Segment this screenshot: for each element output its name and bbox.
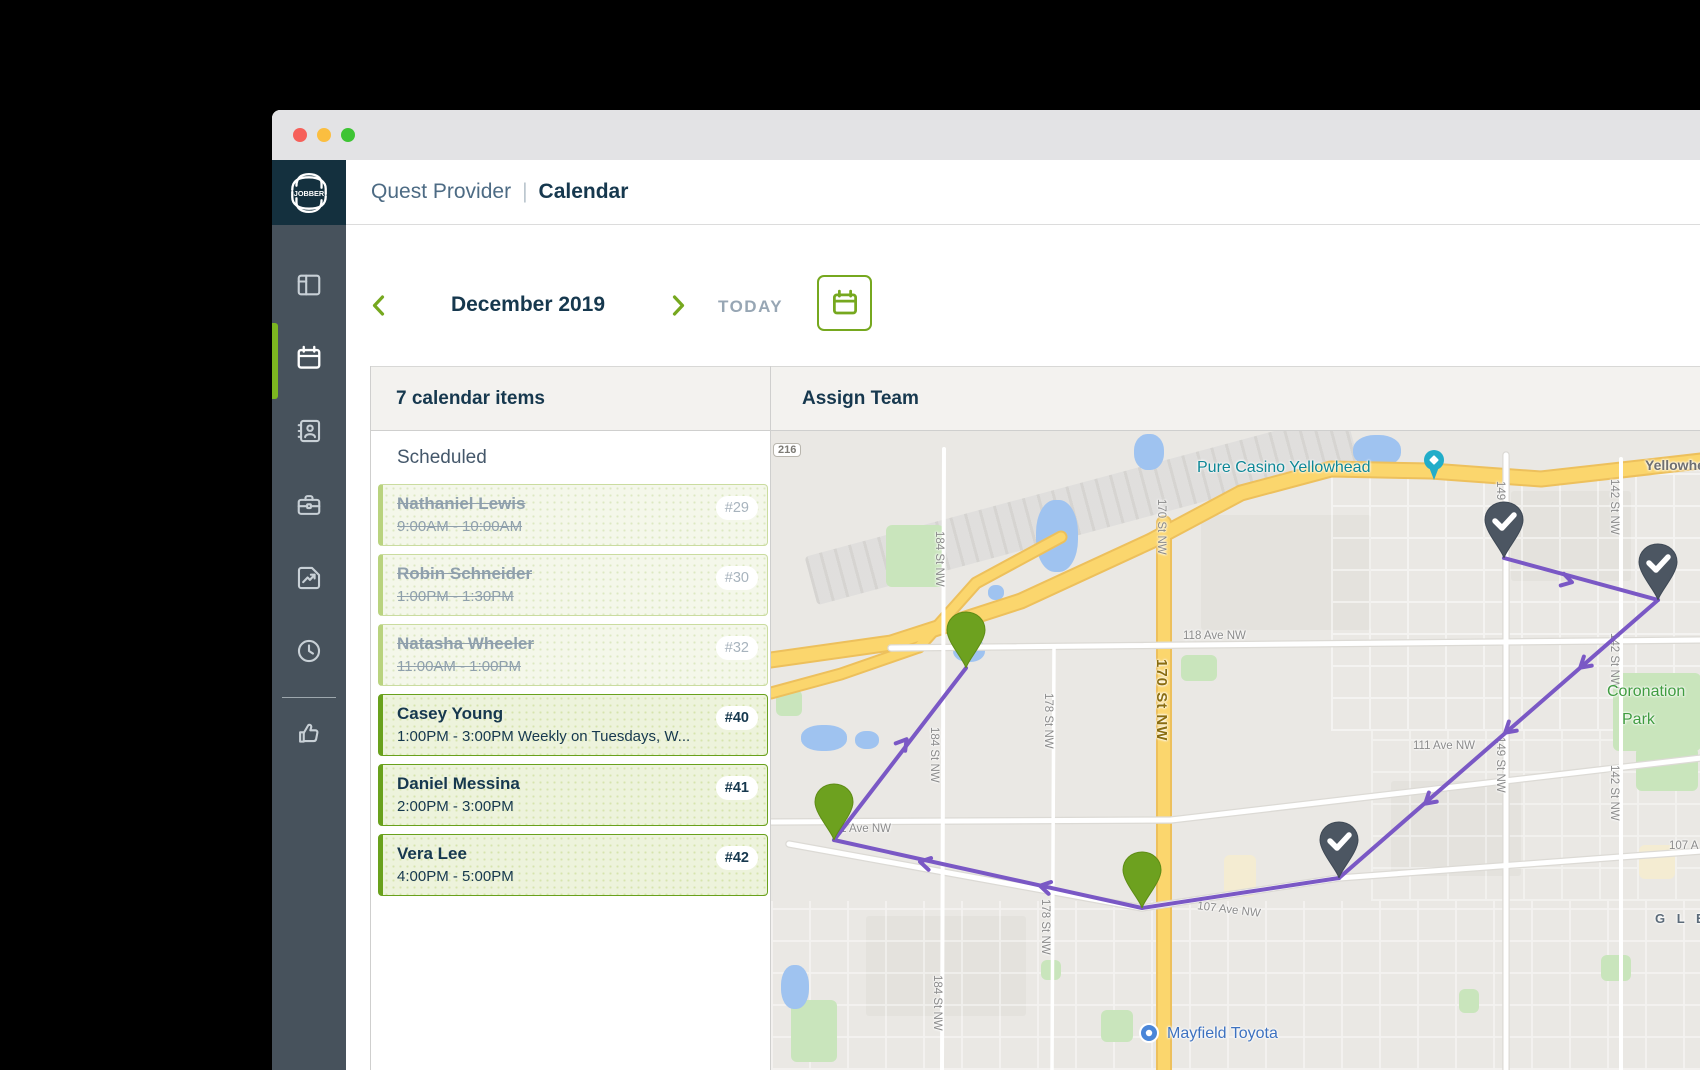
job-client-name: Casey Young — [397, 704, 504, 723]
sidebar-item-feedback[interactable] — [272, 707, 346, 763]
job-number-badge: #40 — [715, 706, 758, 730]
jobber-logo-icon: JOBBER — [291, 172, 327, 213]
svg-text:JOBBER: JOBBER — [294, 189, 325, 198]
job-time: 4:00PM - 5:00PM — [397, 868, 514, 885]
job-pin-scheduled[interactable] — [943, 609, 989, 669]
zoom-window-button[interactable] — [341, 128, 355, 142]
sidebar-item-reports[interactable] — [272, 552, 346, 608]
jobber-logo[interactable]: JOBBER — [272, 160, 346, 225]
close-window-button[interactable] — [293, 128, 307, 142]
job-number-badge: #30 — [715, 566, 758, 590]
account-name: Quest Provider — [371, 180, 512, 203]
job-time: 1:00PM - 3:00PM Weekly on Tuesdays, W... — [397, 728, 691, 745]
job-pin-complete[interactable] — [1481, 499, 1527, 559]
casino-poi-pin — [1422, 448, 1446, 482]
panel-divider — [770, 366, 771, 1070]
reports-icon — [295, 564, 323, 597]
today-button[interactable]: TODAY — [718, 297, 783, 317]
calendar-view-button[interactable] — [817, 275, 872, 331]
calendar-item-card[interactable]: Casey Young 1:00PM - 3:00PM Weekly on Tue… — [378, 694, 768, 756]
calendar-item-card[interactable]: Robin Schneider 1:00PM - 1:30PM #30 — [378, 554, 768, 616]
job-time: 9:00AM - 10:00AM — [397, 518, 523, 535]
car-dealer-poi-pin — [1138, 1022, 1160, 1044]
calendar-item-card[interactable]: Vera Lee 4:00PM - 5:00PM #42 — [378, 834, 768, 896]
job-pin-complete[interactable] — [1635, 541, 1681, 601]
dashboard-icon — [295, 271, 323, 304]
screen: JOBBER Quest Provider | Calendar Decembe… — [0, 0, 1700, 1070]
next-month-button[interactable] — [672, 295, 685, 321]
job-time: 11:00AM - 1:00PM — [397, 658, 521, 675]
sidebar-divider — [282, 697, 336, 698]
month-label: December 2019 — [450, 293, 606, 316]
window-titlebar — [272, 110, 1700, 160]
job-pin-complete[interactable] — [1316, 819, 1362, 879]
sidebar-item-work[interactable] — [272, 479, 346, 535]
job-client-name: Daniel Messina — [397, 774, 520, 793]
calendar-item-card[interactable]: Daniel Messina 2:00PM - 3:00PM #41 — [378, 764, 768, 826]
calendar-item-card[interactable]: Nathaniel Lewis 9:00AM - 10:00AM #29 — [378, 484, 768, 546]
job-time: 1:00PM - 1:30PM — [397, 588, 514, 605]
app-header: Quest Provider | Calendar — [346, 160, 1700, 225]
calendar-icon — [832, 289, 857, 315]
calendar-item-card[interactable]: Natasha Wheeler 11:00AM - 1:00PM #32 — [378, 624, 768, 686]
job-time: 2:00PM - 3:00PM — [397, 798, 514, 815]
minimize-window-button[interactable] — [317, 128, 331, 142]
job-number-badge: #32 — [715, 636, 758, 660]
clock-icon — [295, 637, 323, 670]
sidebar-item-home[interactable] — [272, 259, 346, 315]
job-client-name: Nathaniel Lewis — [397, 494, 526, 513]
job-number-badge: #41 — [715, 776, 758, 800]
sidebar — [272, 225, 346, 1070]
panel-header-band: 7 calendar items Assign Team — [370, 366, 1700, 431]
job-pin-scheduled[interactable] — [811, 781, 857, 841]
job-client-name: Vera Lee — [397, 844, 467, 863]
prev-month-button[interactable] — [372, 295, 385, 321]
sidebar-item-clients[interactable] — [272, 405, 346, 461]
panel-left-border — [370, 366, 371, 1070]
sidebar-item-timesheets[interactable] — [272, 625, 346, 681]
work-icon — [295, 491, 323, 524]
job-client-name: Natasha Wheeler — [397, 634, 534, 653]
job-number-badge: #42 — [715, 846, 758, 870]
chevron-left-icon — [372, 295, 385, 316]
chevron-right-icon — [672, 295, 685, 316]
assign-team-header: Assign Team — [802, 387, 919, 409]
schedule-panel-header: 7 calendar items — [396, 387, 545, 409]
map[interactable]: 216 Pure Casino Yellowhead Yellowhe 118 Ave… — [771, 431, 1700, 1070]
sidebar-item-schedule[interactable] — [272, 332, 346, 388]
job-number-badge: #29 — [715, 496, 758, 520]
app-window: JOBBER Quest Provider | Calendar Decembe… — [272, 110, 1700, 1070]
breadcrumb-separator: | — [522, 180, 528, 203]
thumbs-up-icon — [295, 719, 323, 752]
calendar-icon — [295, 344, 323, 377]
clients-icon — [295, 417, 323, 450]
page-title: Calendar — [538, 180, 629, 203]
route-path — [832, 556, 1660, 910]
job-pin-scheduled[interactable] — [1119, 849, 1165, 909]
job-client-name: Robin Schneider — [397, 564, 533, 583]
section-label: Scheduled — [397, 447, 487, 468]
schedule-list: Scheduled Nathaniel Lewis 9:00AM - 10:00A… — [371, 431, 770, 1070]
